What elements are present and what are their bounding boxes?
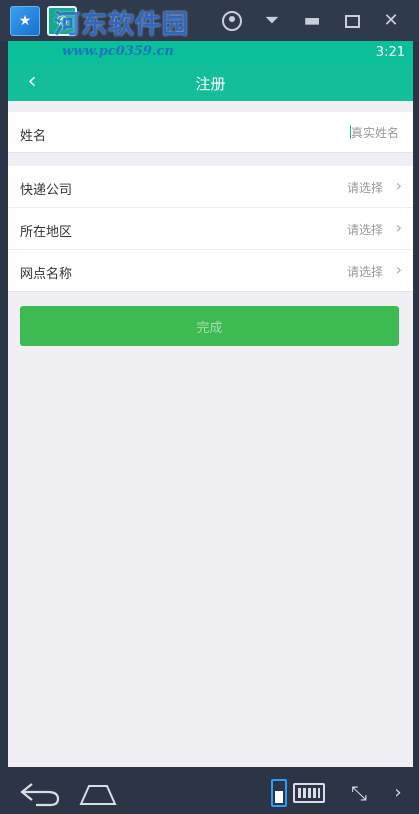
- courier-company-row[interactable]: 快递公司 请选择 ›: [8, 166, 413, 208]
- branch-name-value: 请选择: [346, 265, 383, 279]
- courier-company-label: 快递公司: [20, 183, 73, 198]
- app-store-icon[interactable]: ★: [10, 6, 40, 36]
- keyboard-icon[interactable]: [293, 783, 325, 803]
- watermark-logo: 河东软件园: [54, 10, 190, 40]
- name-label: 姓名: [20, 129, 47, 144]
- close-icon[interactable]: ✕: [378, 8, 404, 34]
- fullscreen-icon[interactable]: ⤡: [345, 779, 373, 807]
- minimize-icon[interactable]: ▬: [299, 8, 325, 34]
- app-bar: ‹ 注册: [8, 65, 413, 101]
- branch-name-label: 网点名称: [20, 267, 73, 282]
- status-time: 3:21: [375, 45, 405, 60]
- branch-name-row[interactable]: 网点名称 请选择 ›: [8, 250, 413, 292]
- selection-section: 快递公司 请选择 › 所在地区 请选择 › 网点名称 请选择 ›: [8, 166, 413, 292]
- chevron-right-icon: ›: [395, 260, 402, 279]
- chevron-right-icon[interactable]: ›: [388, 779, 408, 807]
- name-input[interactable]: [259, 123, 399, 143]
- back-icon[interactable]: [18, 780, 62, 808]
- dropdown-menu-icon[interactable]: ⏷: [259, 8, 285, 34]
- watermark-url: www.pc0359.cn: [62, 44, 174, 59]
- submit-button[interactable]: 完成: [20, 306, 399, 346]
- phone-screen: 3:21 ‹ 注册 姓名 快递公司 请选择 › 所在地区 请选择 › 网点名称 …: [8, 41, 413, 767]
- emulator-title-bar: ★ ✆ 河东软件园 ⏷ ▬ ✕: [0, 0, 419, 41]
- region-value: 请选择: [346, 223, 383, 237]
- portrait-mode-icon[interactable]: [271, 779, 287, 807]
- page-title: 注册: [195, 75, 226, 93]
- name-section: 姓名: [8, 112, 413, 153]
- home-icon[interactable]: [77, 780, 119, 808]
- region-row[interactable]: 所在地区 请选择 ›: [8, 208, 413, 250]
- name-row[interactable]: 姓名: [8, 112, 413, 154]
- courier-company-value: 请选择: [346, 181, 383, 195]
- account-icon[interactable]: [219, 8, 245, 34]
- chevron-right-icon: ›: [395, 176, 402, 195]
- chevron-right-icon: ›: [395, 218, 402, 237]
- emulator-nav-bar: ⤡ ›: [0, 774, 419, 814]
- region-label: 所在地区: [20, 225, 73, 240]
- maximize-icon[interactable]: [339, 8, 365, 34]
